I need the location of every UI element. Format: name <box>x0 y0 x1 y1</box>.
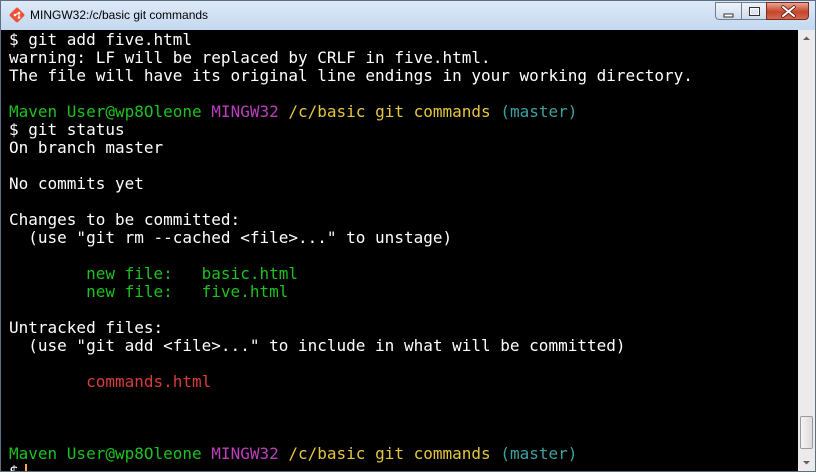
text-cursor <box>24 464 27 471</box>
close-icon <box>781 5 796 18</box>
console-line: new file: five.html <box>9 283 693 301</box>
console-line: Changes to be committed: <box>9 211 693 229</box>
console-text: Changes to be committed: <box>9 210 241 229</box>
console-text: new file: basic.html <box>9 264 298 283</box>
console-text: commands.html <box>9 372 212 391</box>
console-text: On branch master <box>9 138 164 157</box>
window-title: MINGW32:/c/basic git commands <box>30 8 209 22</box>
scroll-up-arrow-icon <box>803 36 810 40</box>
console-text: (master) <box>500 444 578 463</box>
console-text: /c/basic git commands <box>288 444 491 463</box>
vertical-scrollbar[interactable] <box>798 30 815 471</box>
console-line: Untracked files: <box>9 319 693 337</box>
console-line: The file will have its original line end… <box>9 67 693 85</box>
console-line: $ git add five.html <box>9 31 693 49</box>
scroll-down-arrow-icon <box>803 461 810 465</box>
console-text: (use "git add <file>..." to include in w… <box>9 336 626 355</box>
console-line: warning: LF will be replaced by CRLF in … <box>9 49 693 67</box>
console-line: (use "git rm --cached <file>..." to unst… <box>9 229 693 247</box>
scroll-up-button[interactable] <box>798 30 815 47</box>
console-line: Maven User@wp8Oleone MINGW32 /c/basic gi… <box>9 445 693 463</box>
prompt-symbol: $ <box>9 462 19 472</box>
console-line: commands.html <box>9 373 693 391</box>
console-text: new file: five.html <box>9 282 289 301</box>
console-text: (use "git rm --cached <file>..." to unst… <box>9 228 453 247</box>
terminal-console[interactable]: $ git add five.html warning: LF will be r… <box>1 30 798 471</box>
console-text: No commits yet <box>9 174 144 193</box>
console-text: Maven User@wp8Oleone <box>9 102 202 121</box>
console-text: The file will have its original line end… <box>9 66 693 85</box>
console-text: $ git add five.html <box>9 30 193 49</box>
console-text: MINGW32 <box>211 102 279 121</box>
console-line: new file: basic.html <box>9 265 693 283</box>
console-line: No commits yet <box>9 175 693 193</box>
maximize-icon <box>749 7 760 16</box>
title-bar[interactable]: MINGW32:/c/basic git commands <box>1 1 815 30</box>
console-text: (master) <box>500 102 578 121</box>
caption-buttons <box>715 2 809 20</box>
console-text: Untracked files: <box>9 318 164 337</box>
console-line: (use "git add <file>..." to include in w… <box>9 337 693 355</box>
prompt-line[interactable]: $ <box>9 463 693 471</box>
console-line: $ git status <box>9 121 693 139</box>
scrollbar-thumb[interactable] <box>800 416 813 449</box>
console-text: Maven User@wp8Oleone <box>9 444 202 463</box>
console-output: $ git add five.html warning: LF will be r… <box>9 31 693 471</box>
console-text: /c/basic git commands <box>288 102 491 121</box>
minimize-button[interactable] <box>715 2 741 20</box>
maximize-button[interactable] <box>741 2 766 20</box>
close-button[interactable] <box>766 2 809 20</box>
git-bash-icon[interactable] <box>9 7 25 23</box>
scroll-down-button[interactable] <box>798 454 815 471</box>
console-text: MINGW32 <box>211 444 279 463</box>
console-text: warning: LF will be replaced by CRLF in … <box>9 48 491 67</box>
terminal-window: MINGW32:/c/basic git commands $ git add … <box>0 0 816 472</box>
console-line: Maven User@wp8Oleone MINGW32 /c/basic gi… <box>9 103 693 121</box>
console-line: On branch master <box>9 139 693 157</box>
minimize-icon <box>723 13 734 18</box>
console-text: $ git status <box>9 120 125 139</box>
